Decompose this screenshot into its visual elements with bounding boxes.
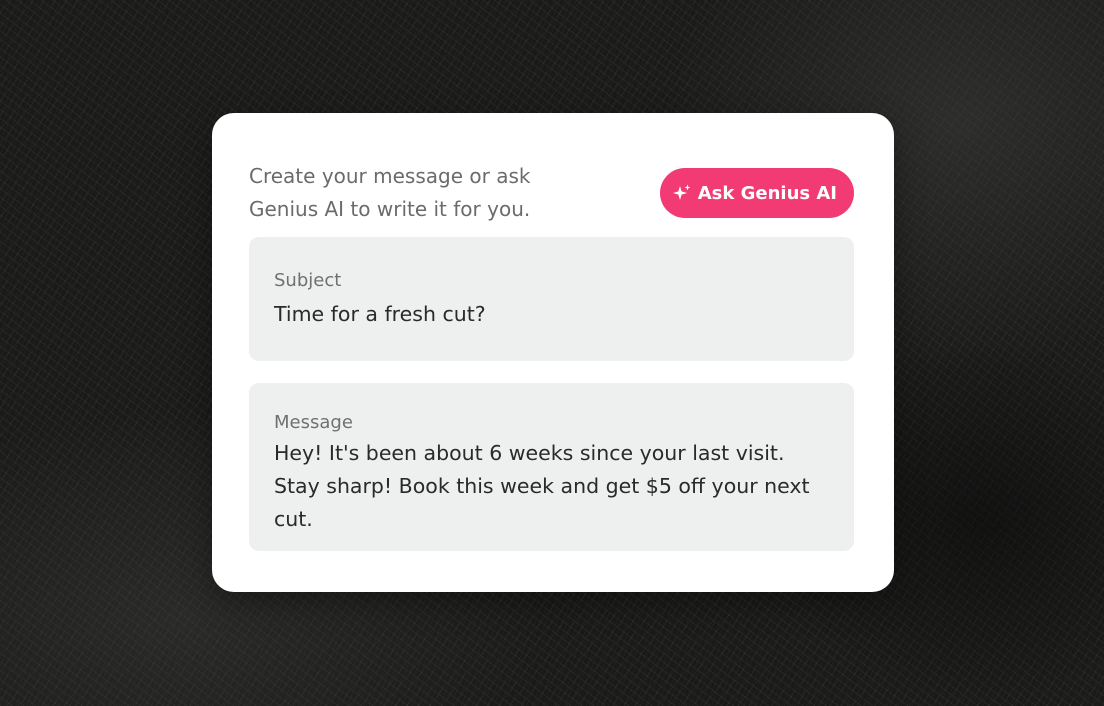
message-value[interactable]: Hey! It's been about 6 weeks since your …: [274, 437, 830, 536]
ask-genius-ai-label: Ask Genius AI: [697, 182, 837, 204]
message-label: Message: [274, 412, 353, 433]
composer-intro-text: Create your message or ask Genius AI to …: [249, 164, 531, 221]
composer-header: Create your message or ask Genius AI to …: [249, 163, 854, 237]
subject-field[interactable]: Subject Time for a fresh cut?: [249, 237, 854, 361]
message-composer-card: Create your message or ask Genius AI to …: [212, 113, 894, 592]
subject-label: Subject: [274, 270, 342, 291]
subject-value[interactable]: Time for a fresh cut?: [274, 298, 830, 331]
ask-genius-ai-button[interactable]: Ask Genius AI: [659, 168, 854, 218]
message-field[interactable]: Message Hey! It's been about 6 weeks sin…: [249, 383, 854, 551]
sparkles-icon: [672, 183, 692, 203]
